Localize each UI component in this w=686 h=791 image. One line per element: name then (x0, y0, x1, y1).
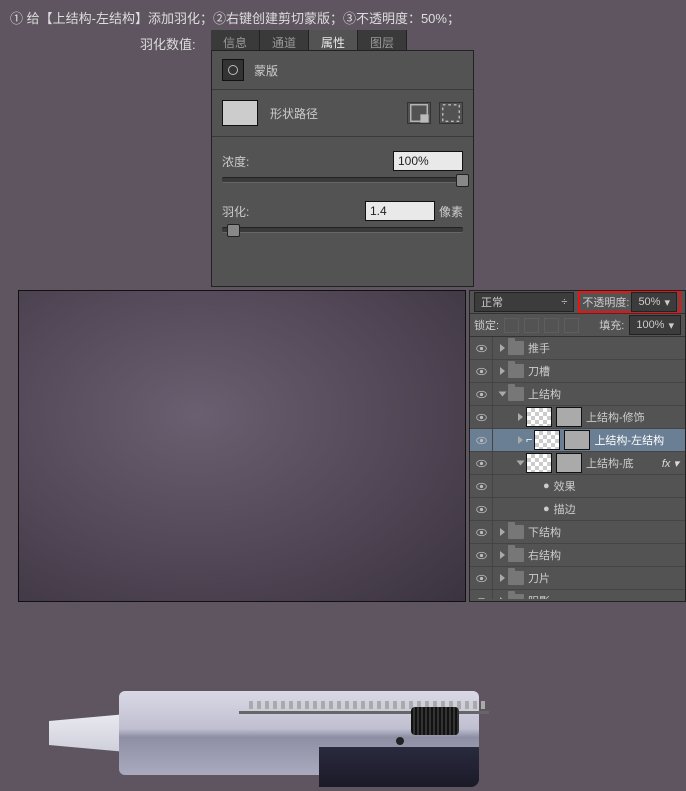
feather-unit: 像素 (439, 203, 463, 220)
blend-mode-select[interactable]: 正常÷ (474, 292, 574, 312)
visibility-toggle[interactable] (470, 383, 493, 405)
layer-row[interactable]: 刀片 (470, 567, 685, 590)
feather-slider[interactable] (222, 227, 463, 233)
visibility-toggle[interactable] (470, 521, 493, 543)
layers-list: 推手刀槽上结构上结构-修饰 ⌐上结构-左结构上结构-底 fx ▾ ●效果●描边下结构右… (470, 337, 685, 599)
feather-input[interactable]: 1.4 (365, 201, 435, 221)
knife-body (119, 691, 479, 775)
density-input[interactable]: 100% (393, 151, 463, 171)
expand-icon[interactable] (499, 392, 507, 397)
expand-icon[interactable] (518, 436, 523, 444)
mask-label: 蒙版 (254, 62, 278, 79)
canvas-preview (18, 290, 466, 602)
folder-icon (508, 525, 524, 539)
layer-name: 刀片 (528, 570, 550, 586)
folder-icon (508, 387, 524, 401)
layer-name: 阴影 (528, 593, 550, 599)
layer-row[interactable]: 阴影 (470, 590, 685, 599)
folder-icon (508, 548, 524, 562)
expand-icon[interactable] (500, 574, 505, 582)
visibility-toggle[interactable] (470, 337, 493, 359)
lock-trans-icon[interactable] (504, 318, 519, 333)
feather-label: 羽化: (222, 203, 249, 220)
expand-icon[interactable] (500, 344, 505, 352)
visibility-toggle[interactable] (470, 360, 493, 382)
layer-thumb (526, 407, 552, 427)
folder-icon (508, 341, 524, 355)
layer-name: 刀槽 (528, 363, 550, 379)
lock-move-icon[interactable] (544, 318, 559, 333)
layer-row[interactable]: 上结构 (470, 383, 685, 406)
expand-icon[interactable] (500, 367, 505, 375)
mask-thumb (556, 407, 582, 427)
layer-name: 推手 (528, 340, 550, 356)
layer-thumb (534, 430, 560, 450)
layer-name: 右结构 (528, 547, 561, 563)
shape-thumb[interactable] (222, 100, 258, 126)
expand-icon[interactable] (500, 528, 505, 536)
feather-value-label: 羽化数值: (140, 34, 196, 53)
layer-row[interactable]: 上结构-修饰 (470, 406, 685, 429)
layer-row[interactable]: 推手 (470, 337, 685, 360)
mask-tool1-button[interactable] (407, 102, 431, 124)
fx-badge[interactable]: fx ▾ (662, 457, 679, 470)
visibility-toggle[interactable] (470, 498, 493, 520)
layer-thumb (526, 453, 552, 473)
expand-icon[interactable] (500, 597, 505, 599)
layer-name: 描边 (554, 501, 576, 517)
folder-icon (508, 594, 524, 599)
visibility-toggle[interactable] (470, 567, 493, 589)
mask-icon[interactable] (222, 59, 244, 81)
visibility-toggle[interactable] (470, 429, 493, 451)
visibility-toggle[interactable] (470, 475, 493, 497)
mask-thumb (564, 430, 590, 450)
opacity-input[interactable]: 50%▾ (631, 292, 677, 312)
visibility-toggle[interactable] (470, 544, 493, 566)
expand-icon[interactable] (517, 461, 525, 466)
layer-name: 下结构 (528, 524, 561, 540)
lock-all-icon[interactable] (564, 318, 579, 333)
lock-label: 锁定: (474, 317, 499, 333)
layer-name: 上结构-修饰 (586, 409, 645, 425)
fill-label: 填充: (599, 317, 624, 333)
layer-row[interactable]: 刀槽 (470, 360, 685, 383)
layer-row[interactable]: ●描边 (470, 498, 685, 521)
shape-path-label: 形状路径 (270, 105, 318, 122)
folder-icon (508, 571, 524, 585)
folder-icon (508, 364, 524, 378)
visibility-toggle[interactable] (470, 406, 493, 428)
layer-name: 效果 (554, 478, 576, 494)
mask-tool2-button[interactable] (439, 102, 463, 124)
mask-thumb (556, 453, 582, 473)
lock-paint-icon[interactable] (524, 318, 539, 333)
expand-icon[interactable] (500, 551, 505, 559)
opacity-label: 不透明度: (582, 294, 629, 310)
layer-row[interactable]: ●效果 (470, 475, 685, 498)
fill-input[interactable]: 100%▾ (629, 315, 681, 335)
visibility-toggle[interactable] (470, 590, 493, 599)
expand-icon[interactable] (518, 413, 523, 421)
layer-row[interactable]: ⌐上结构-左结构 (470, 429, 685, 452)
visibility-toggle[interactable] (470, 452, 493, 474)
density-slider[interactable] (222, 177, 463, 183)
layers-panel: 正常÷ 不透明度: 50%▾ 锁定: 填充: 100%▾ 推手刀槽上结构上结构-… (469, 290, 686, 602)
properties-panel: 蒙版 形状路径 浓度: 100% 羽化: 1.4 像素 (211, 50, 474, 287)
layer-row[interactable]: 右结构 (470, 544, 685, 567)
layer-name: 上结构-左结构 (594, 432, 664, 448)
layer-name: 上结构 (528, 386, 561, 402)
layer-row[interactable]: 上结构-底 fx ▾ (470, 452, 685, 475)
layer-row[interactable]: 下结构 (470, 521, 685, 544)
layer-name: 上结构-底 (586, 455, 634, 471)
density-label: 浓度: (222, 153, 249, 170)
